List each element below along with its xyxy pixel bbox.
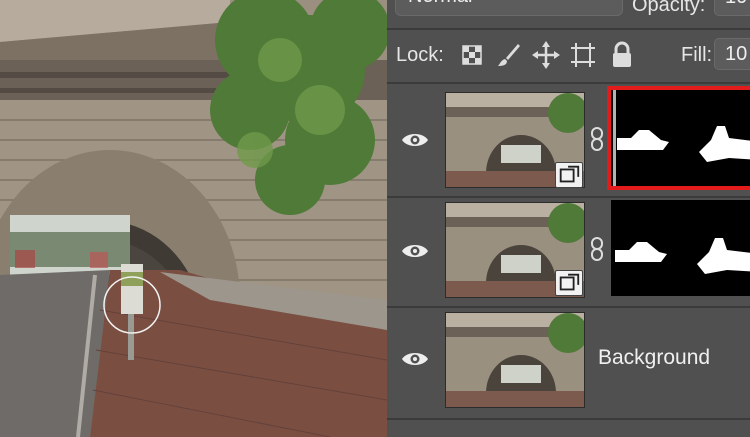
layer-mask-thumbnail[interactable] (611, 200, 750, 296)
chain-link-icon[interactable] (590, 126, 604, 152)
blend-mode-select[interactable]: Normal (395, 0, 623, 16)
opacity-label: Opacity: (632, 0, 706, 16)
lock-artboard-icon[interactable] (568, 40, 598, 70)
document-canvas[interactable] (0, 0, 387, 437)
layer-mask-thumbnail-selected[interactable] (607, 86, 750, 190)
layer-row-2[interactable] (387, 198, 750, 308)
layer-row-background[interactable]: Background (387, 308, 750, 418)
canvas-photo (0, 0, 387, 437)
divider (387, 28, 750, 30)
eye-icon[interactable] (401, 350, 429, 368)
opacity-value: 10 (725, 0, 747, 9)
fill-value: 10 (725, 43, 748, 65)
lock-image-pixels-icon[interactable] (494, 40, 524, 70)
lock-all-icon[interactable] (607, 40, 637, 70)
divider (387, 418, 750, 420)
blend-mode-value: Normal (408, 0, 472, 8)
eye-icon[interactable] (401, 242, 429, 260)
eye-icon[interactable] (401, 131, 429, 149)
chain-link-icon[interactable] (590, 236, 604, 262)
lock-position-icon[interactable] (531, 40, 561, 70)
layer-name[interactable]: Background (598, 346, 710, 370)
opacity-field[interactable]: 10 (714, 0, 750, 16)
smart-object-icon (555, 162, 583, 188)
chevron-down-icon (596, 0, 612, 2)
lock-label: Lock: (396, 44, 444, 66)
smart-object-icon (555, 270, 583, 296)
layers-panel: Normal Opacity: 10 Lock: Fill: 10 (387, 0, 750, 437)
layer-thumbnail (445, 312, 585, 408)
layer-row-1[interactable] (387, 84, 750, 194)
lock-transparent-pixels-icon[interactable] (457, 40, 487, 70)
fill-field[interactable]: 10 (714, 38, 750, 70)
fill-label: Fill: (681, 44, 713, 66)
